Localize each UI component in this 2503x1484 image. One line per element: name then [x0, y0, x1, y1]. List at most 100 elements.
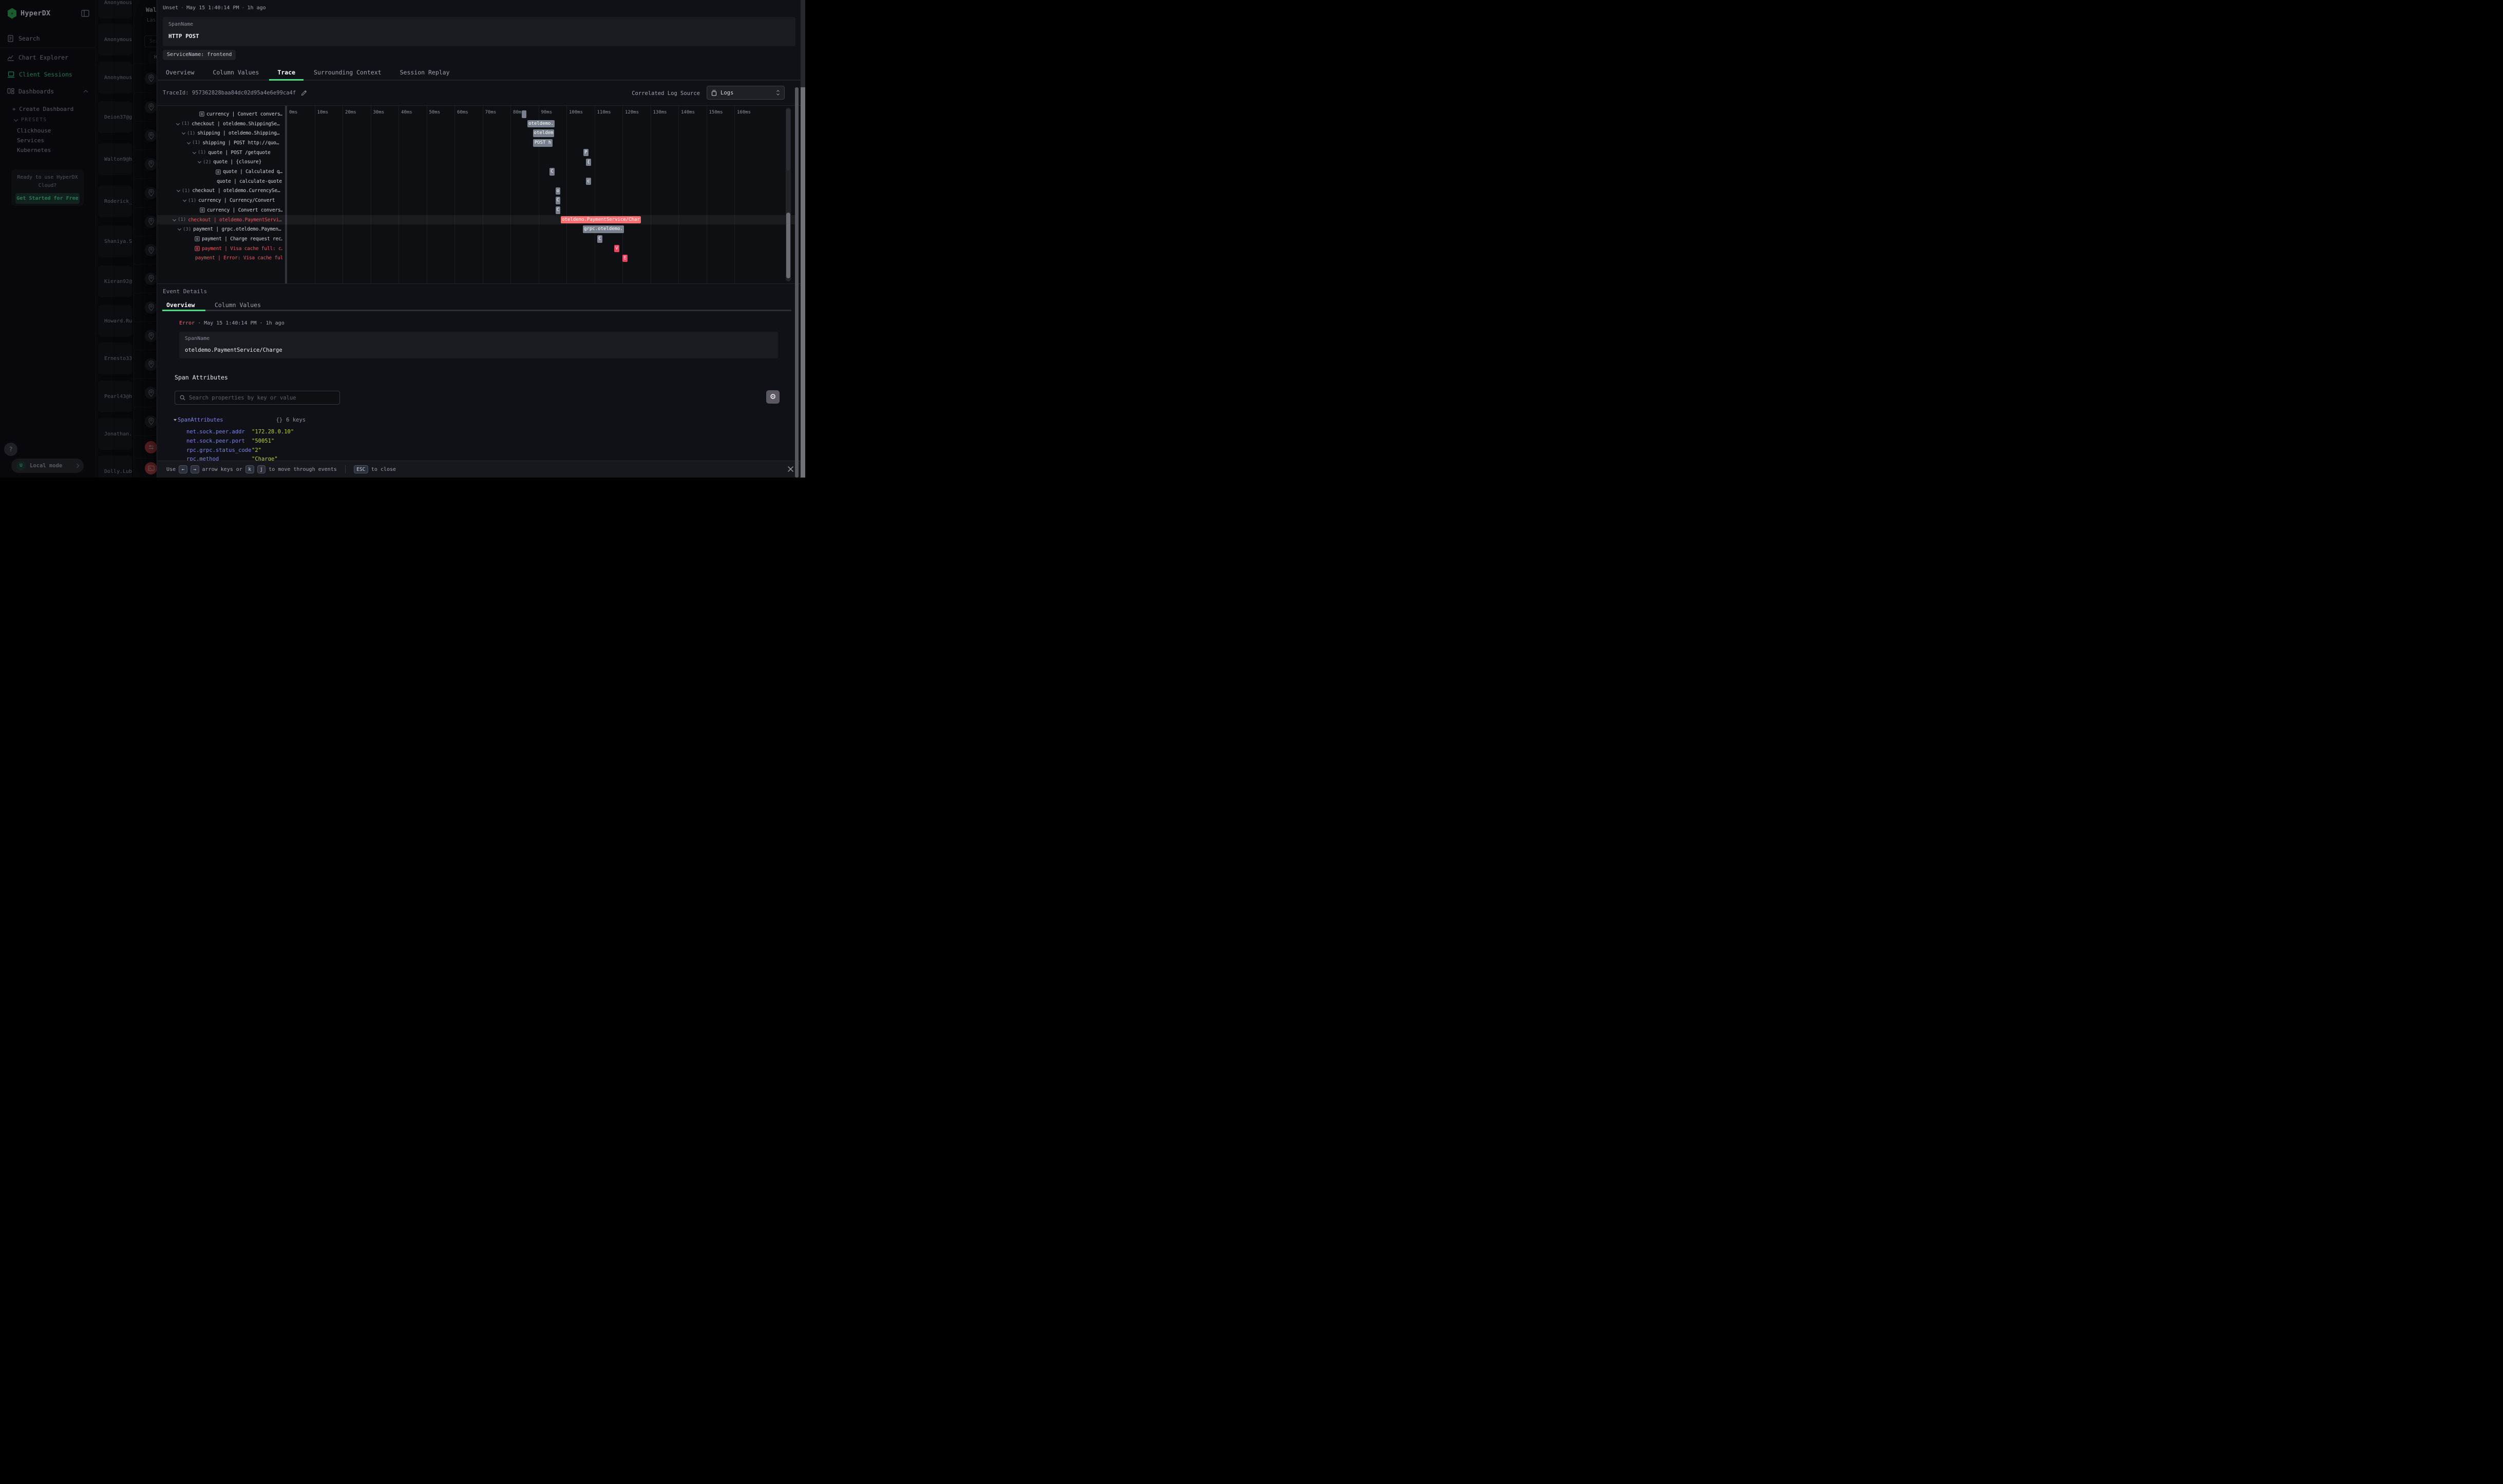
pencil-icon[interactable] [301, 90, 307, 96]
get-started-button[interactable]: Get Started for Free [15, 193, 80, 204]
trace-span-row[interactable]: (1) checkout | oteldemo.PaymentServi… ot… [157, 215, 795, 225]
session-event-row[interactable] [134, 121, 157, 149]
scrollbar-thumb[interactable] [786, 213, 790, 278]
session-event-row[interactable] [134, 378, 157, 407]
preset-item[interactable]: Kubernetes [17, 145, 96, 155]
chevron-down-icon[interactable] [178, 227, 181, 231]
chevron-down-icon[interactable] [183, 198, 186, 202]
trace-span-row[interactable]: quote | Calculated q… C [157, 167, 795, 177]
modal-tab[interactable]: Session Replay [392, 65, 458, 80]
chevron-down-icon[interactable] [193, 150, 196, 154]
session-card[interactable]: Pearl43@ho [98, 380, 132, 412]
preset-item[interactable]: Clickhouse [17, 126, 96, 136]
trace-span-row[interactable]: (2) quote | {closure} { [157, 158, 795, 167]
attribute-value[interactable]: "172.28.0.10" [252, 427, 294, 436]
tab-overview[interactable]: Overview [166, 301, 195, 309]
modal-tab[interactable]: Overview [158, 65, 202, 80]
help-button[interactable]: ? [4, 443, 17, 456]
session-card[interactable]: Shaniya.Sc [98, 225, 132, 257]
trace-span-row[interactable]: (1) currency | Currency/Convert C [157, 196, 795, 205]
span-duration-bar[interactable]: oteldemo. [527, 120, 555, 128]
tab-column-values[interactable]: Column Values [215, 301, 261, 309]
span-duration-bar[interactable]: o [556, 187, 560, 195]
attribute-value[interactable]: "50051" [252, 436, 274, 446]
create-dashboard-button[interactable]: + Create Dashboard [12, 106, 73, 112]
session-card[interactable]: Jonathan.B [98, 418, 132, 450]
session-card[interactable]: Roderick_S [98, 185, 132, 217]
session-card[interactable]: Anonymous [98, 24, 132, 55]
session-event-row[interactable] [134, 293, 157, 321]
chevron-down-icon[interactable] [173, 217, 176, 221]
attribute-row[interactable]: net.sock.peer.addr "172.28.0.10" [186, 427, 294, 436]
service-name-chip[interactable]: ServiceName: frontend [163, 50, 236, 60]
gear-icon[interactable]: ⚙ [766, 390, 780, 404]
session-event-row[interactable] [134, 236, 157, 264]
span-duration-bar[interactable]: P [583, 149, 589, 157]
session-card[interactable]: Walton9@ho [98, 143, 132, 175]
session-card[interactable]: Howard.Run [98, 305, 132, 337]
sidebar-item-client-sessions[interactable]: Client Sessions [7, 69, 90, 80]
local-mode-menu[interactable]: U Local mode [11, 459, 84, 473]
span-duration-bar[interactable]: oteldemo.PaymentService/Char [561, 216, 641, 224]
session-event-row[interactable] [134, 435, 157, 458]
attributes-root-row[interactable]: SpanAttributes {} 6 keys [174, 417, 306, 423]
session-event-row[interactable] [134, 149, 157, 178]
session-card[interactable]: Anonymous [98, 0, 132, 18]
presets-header[interactable]: PRESETS [14, 117, 47, 123]
trace-span-row[interactable]: (3) payment | grpc.oteldemo.Paymen… grpc… [157, 224, 795, 234]
chevron-down-icon[interactable] [177, 188, 180, 192]
close-icon[interactable] [787, 466, 794, 472]
trace-span-row[interactable]: (1) checkout | oteldemo.ShippingSe… otel… [157, 119, 795, 129]
session-card[interactable]: Anonymous [98, 62, 132, 93]
trace-span-row[interactable]: payment | Charge request rec… C [157, 234, 795, 244]
session-card[interactable]: Kieran92@h [98, 265, 132, 297]
trace-span-row[interactable]: (1) shipping | oteldemo.Shipping… otelde… [157, 128, 795, 138]
session-event-row[interactable] [134, 407, 157, 435]
preset-item[interactable]: Services [17, 136, 96, 145]
span-duration-bar[interactable]: grpc.oteldemo. [583, 225, 624, 233]
session-event-row[interactable] [134, 321, 157, 350]
log-source-select[interactable]: Logs [707, 86, 785, 100]
modal-scrollbar[interactable] [795, 87, 799, 478]
page-scrollbar-thumb[interactable] [801, 87, 805, 478]
span-duration-bar[interactable]: E [622, 255, 628, 262]
session-card[interactable]: Ernesto33@ [98, 343, 132, 374]
span-duration-bar[interactable]: { [586, 159, 591, 166]
trace-span-row[interactable]: payment | Visa cache full: c… V [157, 244, 795, 254]
attribute-key[interactable]: net.sock.peer.port [186, 436, 252, 446]
span-duration-bar[interactable]: C [556, 197, 560, 204]
sidebar-collapse-icon[interactable] [81, 10, 89, 17]
chevron-down-icon[interactable] [176, 121, 180, 125]
span-duration-bar[interactable]: POST h [533, 139, 553, 147]
modal-tab[interactable]: Column Values [204, 65, 267, 80]
attribute-row[interactable]: net.sock.peer.port "50051" [186, 436, 274, 446]
trace-span-row[interactable]: payment | Error: Visa cache ful… E [157, 254, 795, 263]
session-event-row[interactable] [134, 458, 157, 478]
trace-span-row[interactable]: currency | Convert convers… C [157, 205, 795, 215]
attribute-key[interactable]: net.sock.peer.addr [186, 427, 252, 436]
attributes-search-input[interactable]: Search properties by key or value [175, 391, 340, 405]
page-scrollbar[interactable] [801, 0, 805, 478]
sidebar-item-dashboards[interactable]: Dashboards [7, 86, 90, 97]
span-duration-bar[interactable]: oteldem [533, 129, 554, 137]
span-duration-bar[interactable]: V [614, 245, 619, 253]
span-duration-bar[interactable] [522, 110, 526, 118]
span-duration-bar[interactable]: C [556, 206, 560, 214]
session-event-row[interactable] [134, 207, 157, 236]
chevron-down-icon[interactable] [198, 160, 201, 163]
trace-span-row[interactable]: currency | Convert convers… [157, 109, 795, 119]
span-duration-bar[interactable]: C [597, 235, 602, 243]
attribute-row[interactable]: rpc.grpc.status_code "2" [186, 446, 261, 455]
attribute-key[interactable]: rpc.grpc.status_code [186, 446, 252, 455]
waterfall-scrollbar[interactable] [786, 108, 791, 281]
session-card[interactable]: Dolly.Lubo [98, 455, 132, 478]
session-event-row[interactable] [134, 264, 157, 293]
chevron-up-icon[interactable] [84, 90, 88, 94]
chevron-down-icon[interactable] [187, 141, 191, 144]
trace-span-row[interactable]: (1) quote | POST /getquote P [157, 148, 795, 158]
session-event-row[interactable] [134, 178, 157, 207]
session-event-row[interactable] [134, 92, 157, 121]
session-event-row[interactable] [134, 350, 157, 378]
trace-span-row[interactable]: (1) checkout | oteldemo.CurrencySe… o [157, 186, 795, 196]
attribute-value[interactable]: "2" [252, 446, 261, 455]
